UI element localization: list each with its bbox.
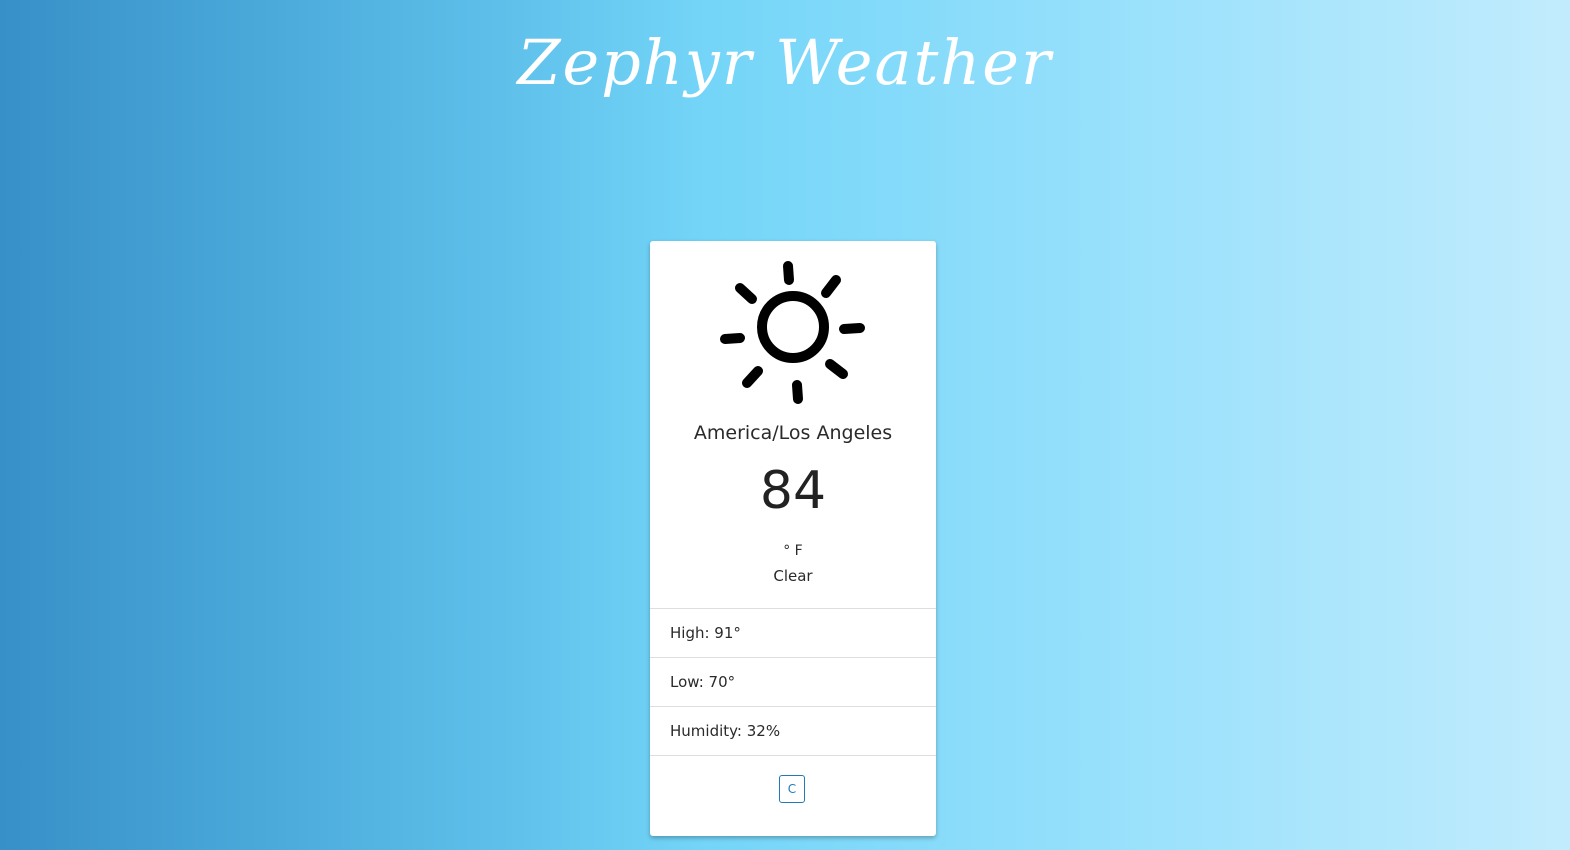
location-name: America/Los Angeles <box>693 422 893 444</box>
temperature-unit: ° F <box>783 543 803 559</box>
low-temperature: Low: 70° <box>650 658 936 707</box>
app-title: Zephyr Weather <box>517 26 1053 99</box>
current-temperature: 84 <box>759 461 827 521</box>
weather-details-list: High: 91° Low: 70° Humidity: 32% <box>650 608 936 756</box>
weather-card: America/Los Angeles 84 ° F Clear High: 9… <box>650 241 936 836</box>
weather-condition: Clear <box>773 567 813 585</box>
humidity: Humidity: 32% <box>650 707 936 756</box>
celsius-toggle-button[interactable]: C <box>779 775 805 803</box>
sun-icon <box>720 249 868 404</box>
high-temperature: High: 91° <box>650 609 936 658</box>
